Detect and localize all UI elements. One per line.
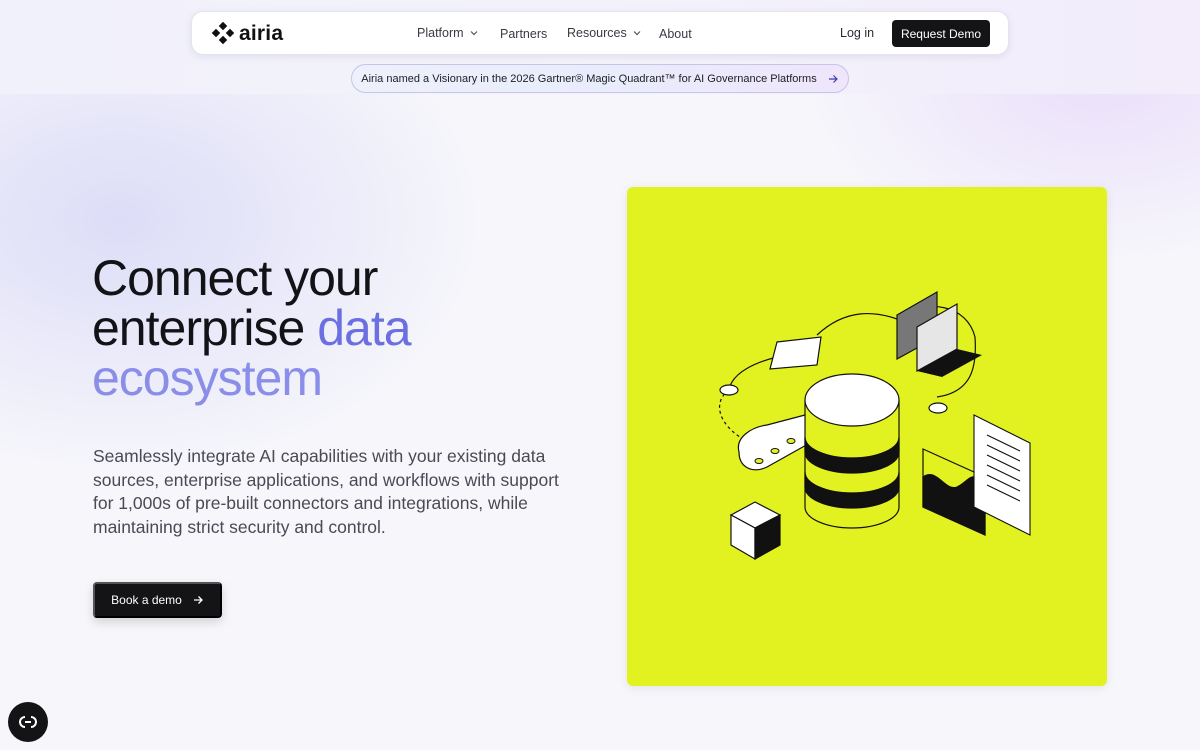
chat-widget-button[interactable]: [8, 702, 48, 742]
nav-item-label: Resources: [567, 26, 627, 40]
chat-bubble-icon: [19, 716, 37, 728]
arrow-right-icon: [828, 74, 838, 83]
announcement-text: Airia named a Visionary in the 2026 Gart…: [361, 72, 817, 85]
hero-title-line-1: Connect your: [92, 250, 378, 306]
chevron-down-icon: [633, 31, 641, 36]
request-demo-button[interactable]: Request Demo: [892, 20, 990, 47]
logo[interactable]: airia: [211, 22, 283, 46]
login-link[interactable]: Log in: [840, 26, 874, 40]
arrow-right-icon: [193, 596, 203, 604]
top-navbar: airia Platform Partners Resources About …: [191, 11, 1009, 55]
book-demo-label: Book a demo: [111, 593, 182, 607]
chevron-down-icon: [470, 31, 477, 36]
nav-item-platform[interactable]: Platform: [417, 26, 479, 40]
hero-description: Seamlessly integrate AI capabilities wit…: [93, 446, 559, 537]
nav-item-partners[interactable]: Partners: [500, 27, 547, 41]
nav-item-label: Partners: [500, 27, 548, 41]
hero-title: Connect your enterprise data ecosystem: [92, 253, 592, 403]
nav-item-label: Platform: [417, 26, 464, 40]
book-demo-button[interactable]: Book a demo: [93, 582, 222, 618]
hero-illustration-card: [627, 187, 1107, 686]
hero-title-accent-ecosystem: ecosystem: [92, 350, 323, 406]
isometric-data-ecosystem-icon: [719, 290, 1031, 561]
nav-item-label: About: [659, 27, 692, 41]
nav-item-about[interactable]: About: [659, 27, 692, 41]
nav-item-resources[interactable]: Resources: [567, 26, 642, 40]
hero-title-line-2: enterprise: [92, 300, 318, 356]
logo-text: airia: [239, 22, 284, 45]
announcement-banner[interactable]: Airia named a Visionary in the 2026 Gart…: [351, 64, 849, 93]
hero-title-accent-data: data: [317, 300, 411, 356]
airia-logo-icon: [211, 22, 235, 45]
